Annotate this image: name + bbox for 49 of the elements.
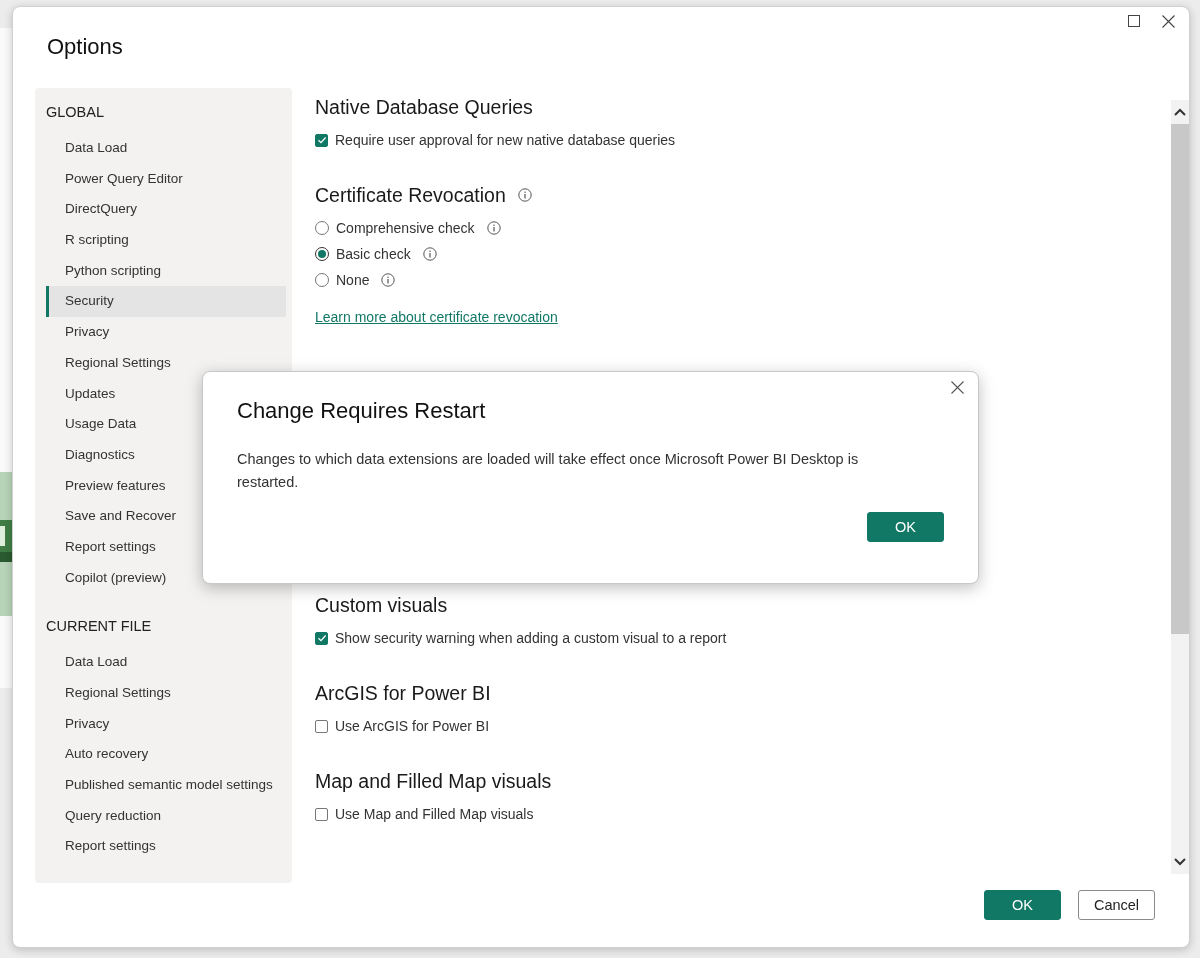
- sidebar-item[interactable]: Published semantic model settings: [46, 770, 286, 801]
- dialog-title: Change Requires Restart: [237, 398, 487, 424]
- ok-button[interactable]: OK: [867, 512, 944, 542]
- section-heading: GLOBAL: [45, 103, 106, 122]
- info-icon[interactable]: [381, 273, 396, 287]
- section-heading: Native Database Queries: [315, 95, 533, 119]
- info-icon[interactable]: [486, 221, 501, 235]
- sidebar-item[interactable]: Privacy: [46, 708, 286, 740]
- scroll-up-icon[interactable]: [1174, 108, 1186, 116]
- radio-label: Comprehensive check: [336, 220, 475, 236]
- sidebar-item[interactable]: DirectQuery: [46, 194, 286, 226]
- section-heading: Custom visuals: [315, 593, 448, 617]
- sidebar-item[interactable]: Auto recovery: [46, 739, 286, 771]
- section-heading: Map and Filled Map visuals: [315, 769, 552, 793]
- sidebar-item[interactable]: Data Load: [46, 133, 286, 164]
- sidebar-item[interactable]: Query reduction: [46, 800, 286, 832]
- radio-label: None: [336, 272, 370, 288]
- dialog-message: Changes to which data extensions are loaded will take effect once Microsoft Power BI Desktop is restarted.: [237, 450, 860, 492]
- sidebar-item[interactable]: Data Load: [46, 647, 286, 678]
- sidebar-item[interactable]: Privacy: [46, 317, 286, 348]
- sidebar-item[interactable]: Report settings: [46, 831, 286, 863]
- sidebar-item[interactable]: R scripting: [46, 225, 286, 256]
- ok-button[interactable]: OK: [984, 890, 1061, 920]
- sidebar-item[interactable]: Regional Settings: [46, 347, 286, 379]
- checkbox[interactable]: [315, 631, 328, 645]
- window-title: Options: [47, 34, 123, 60]
- checkbox-label: Use ArcGIS for Power BI: [335, 718, 490, 734]
- close-button[interactable]: [949, 379, 966, 396]
- checkbox[interactable]: [315, 133, 328, 147]
- cancel-button[interactable]: Cancel: [1078, 890, 1155, 920]
- link[interactable]: Learn more about certificate revocation: [315, 309, 558, 325]
- scrollbar[interactable]: [1171, 100, 1189, 874]
- info-icon[interactable]: [517, 188, 532, 202]
- section-heading: Certificate Revocation: [315, 183, 506, 207]
- scroll-thumb[interactable]: [1171, 124, 1189, 634]
- checkbox-label: Require user approval for new native database queries: [335, 132, 676, 148]
- radio-label: Basic check: [336, 246, 411, 262]
- checkbox[interactable]: [315, 807, 328, 821]
- sidebar-item[interactable]: Regional Settings: [46, 678, 286, 709]
- sidebar-item[interactable]: Python scripting: [46, 255, 286, 287]
- scroll-down-icon[interactable]: [1174, 858, 1186, 866]
- checkbox[interactable]: [315, 719, 328, 733]
- sidebar-item[interactable]: Security: [46, 286, 286, 318]
- info-icon[interactable]: [422, 247, 437, 261]
- sidebar-item[interactable]: Power Query Editor: [46, 163, 286, 195]
- section-heading: CURRENT FILE: [45, 617, 153, 637]
- checkbox-label: Use Map and Filled Map visuals: [335, 806, 534, 822]
- checkbox-label: Show security warning when adding a custom visual to a report: [335, 630, 727, 646]
- section-heading: ArcGIS for Power BI: [315, 681, 491, 705]
